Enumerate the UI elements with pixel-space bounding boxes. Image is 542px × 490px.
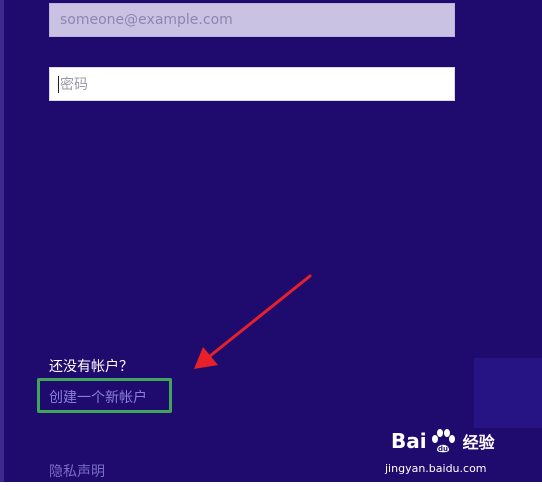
password-field[interactable]: 密码 xyxy=(49,67,455,101)
no-account-prompt: 还没有帐户？ xyxy=(49,359,133,375)
side-panel xyxy=(474,358,542,428)
baidu-jingyan-watermark: Bai du 经验 jingyan.baidu.com xyxy=(383,426,533,482)
create-account-link[interactable]: 创建一个新帐户 xyxy=(49,387,147,407)
watermark-brand-left: Bai xyxy=(391,429,427,453)
privacy-statement-link[interactable]: 隐私声明 xyxy=(49,461,105,481)
watermark-url: jingyan.baidu.com xyxy=(385,462,487,475)
svg-text:du: du xyxy=(438,445,448,453)
email-placeholder: someone@example.com xyxy=(60,12,233,28)
text-caret xyxy=(58,75,59,93)
email-field[interactable]: someone@example.com xyxy=(49,3,455,37)
password-placeholder: 密码 xyxy=(60,77,88,93)
login-screen: someone@example.com 密码 还没有帐户？ 创建一个新帐户 隐私… xyxy=(0,0,542,482)
baidu-paw-icon: du xyxy=(431,429,455,453)
watermark-brand-right: 经验 xyxy=(462,433,495,452)
